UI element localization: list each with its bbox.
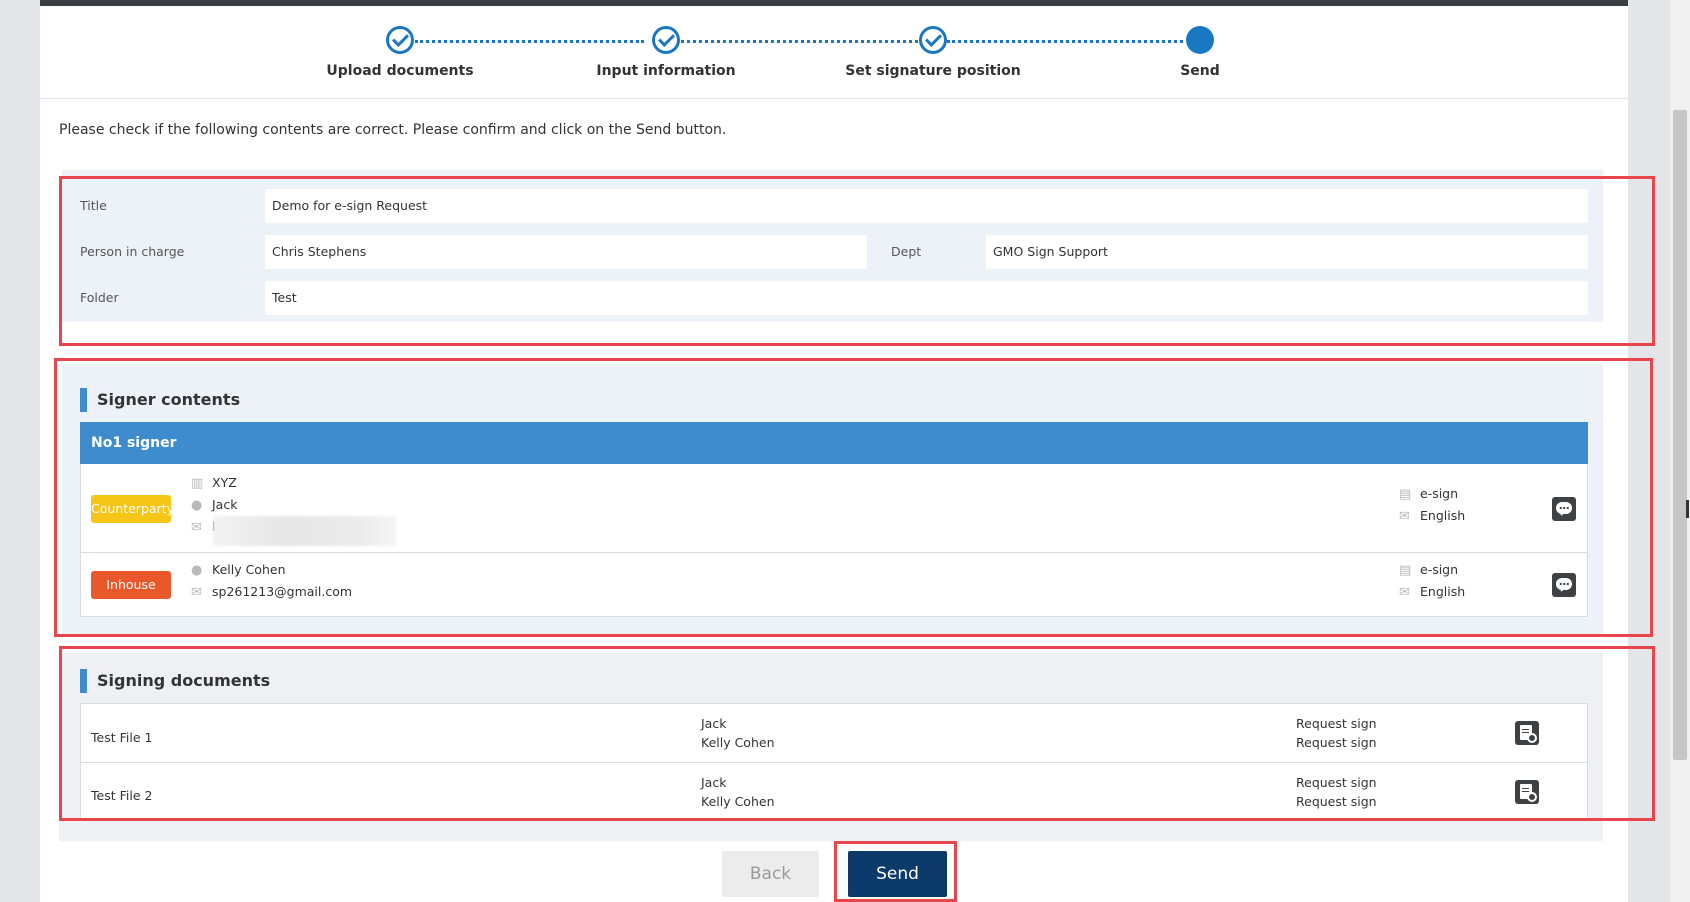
instruction-text: Please check if the following contents a…: [59, 122, 727, 138]
step-3-check-icon: [919, 26, 947, 54]
progress-stepper: Upload documents Input information Set s…: [40, 6, 1628, 99]
step-1-label: Upload documents: [326, 63, 474, 79]
highlight-send-box: [834, 841, 957, 902]
scrollbar-thumb[interactable]: [1673, 110, 1687, 760]
step-1-check-icon: [386, 26, 414, 54]
step-connector: [681, 40, 918, 43]
highlight-documents-box: [59, 646, 1655, 821]
step-2-check-icon: [652, 26, 680, 54]
step-connector: [947, 40, 1183, 43]
step-2-label: Input information: [596, 63, 736, 79]
highlight-signer-box: [54, 358, 1653, 637]
highlight-info-box: [59, 176, 1655, 346]
step-3-label: Set signature position: [845, 63, 1021, 79]
step-4-label: Send: [1180, 63, 1220, 79]
back-button[interactable]: Back: [722, 851, 819, 897]
step-connector: [415, 40, 644, 43]
text-cursor-icon: [1686, 500, 1689, 518]
vertical-scrollbar[interactable]: [1670, 0, 1690, 902]
send-confirmation-page: Upload documents Input information Set s…: [40, 6, 1655, 902]
step-4-current-icon: [1186, 26, 1214, 54]
